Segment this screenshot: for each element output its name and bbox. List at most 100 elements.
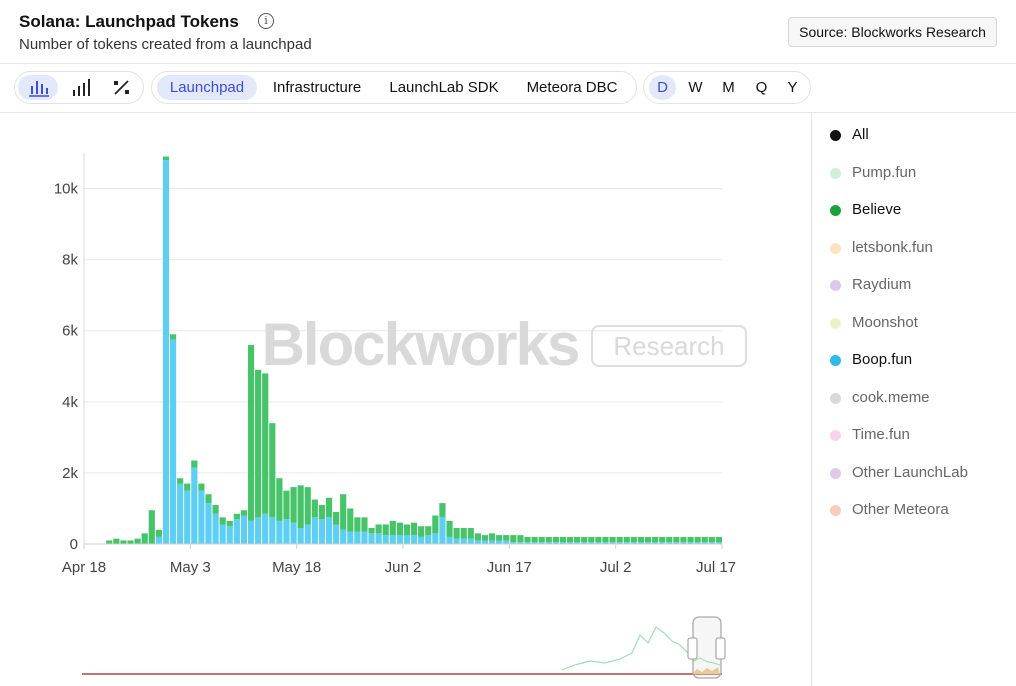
bar-believe[interactable] <box>141 533 148 544</box>
bar-boop-fun[interactable] <box>460 538 467 544</box>
bar-believe[interactable] <box>510 535 517 543</box>
bar-boop-fun[interactable] <box>325 517 333 544</box>
bar-believe[interactable] <box>467 528 474 539</box>
bar-believe[interactable] <box>311 499 318 518</box>
bar-believe[interactable] <box>574 536 581 543</box>
bar-boop-fun[interactable] <box>219 524 226 544</box>
bar-believe[interactable] <box>389 520 396 536</box>
bar-boop-fun[interactable] <box>155 536 162 544</box>
bar-believe[interactable] <box>198 483 205 491</box>
tab-launchlab-sdk[interactable]: LaunchLab SDK <box>380 75 508 100</box>
bar-boop-fun[interactable] <box>354 531 361 544</box>
bar-boop-fun[interactable] <box>453 538 460 544</box>
bar-boop-fun[interactable] <box>191 467 198 544</box>
bar-believe[interactable] <box>375 524 382 534</box>
bar-believe[interactable] <box>666 536 673 543</box>
bar-believe[interactable] <box>403 524 411 536</box>
bar-boop-fun[interactable] <box>474 540 481 544</box>
bar-boop-fun[interactable] <box>240 515 248 544</box>
bar-chart-icon[interactable] <box>18 75 58 100</box>
bar-believe[interactable] <box>659 536 666 543</box>
bar-believe[interactable] <box>474 533 481 541</box>
bar-believe[interactable] <box>120 540 127 544</box>
interval-quarter[interactable]: Q <box>748 75 775 100</box>
bar-believe[interactable] <box>517 535 524 543</box>
bar-boop-fun[interactable] <box>290 522 297 544</box>
bar-boop-fun[interactable] <box>247 520 255 544</box>
bar-believe[interactable] <box>425 526 432 536</box>
bar-believe[interactable] <box>169 334 177 340</box>
bar-boop-fun[interactable] <box>361 531 368 544</box>
bar-boop-fun[interactable] <box>503 540 510 544</box>
bar-boop-fun[interactable] <box>432 533 439 544</box>
bar-believe[interactable] <box>595 536 602 543</box>
bar-believe[interactable] <box>247 344 255 521</box>
bar-believe[interactable] <box>545 536 552 543</box>
bar-boop-fun[interactable] <box>262 513 269 544</box>
bar-believe[interactable] <box>694 536 701 543</box>
bar-believe[interactable] <box>673 536 680 543</box>
bar-believe[interactable] <box>538 536 545 543</box>
bar-believe[interactable] <box>701 536 708 543</box>
bar-believe[interactable] <box>354 517 361 532</box>
bar-believe[interactable] <box>255 369 262 518</box>
bar-boop-fun[interactable] <box>333 524 340 544</box>
bar-boop-fun[interactable] <box>418 536 425 544</box>
bar-boop-fun[interactable] <box>226 526 233 544</box>
bar-boop-fun[interactable] <box>340 529 347 544</box>
bar-believe[interactable] <box>566 536 574 543</box>
info-icon[interactable]: i <box>258 13 274 29</box>
bar-boop-fun[interactable] <box>297 528 304 544</box>
bar-believe[interactable] <box>410 522 418 536</box>
bar-boop-fun[interactable] <box>375 533 382 544</box>
bar-believe[interactable] <box>609 536 616 543</box>
bar-boop-fun[interactable] <box>446 536 453 544</box>
interval-month[interactable]: M <box>715 75 742 100</box>
bar-boop-fun[interactable] <box>276 520 283 544</box>
bar-boop-fun[interactable] <box>198 490 205 544</box>
bar-believe[interactable] <box>219 517 226 525</box>
bar-believe[interactable] <box>162 156 170 161</box>
bar-believe[interactable] <box>318 504 326 520</box>
interval-year[interactable]: Y <box>779 75 806 100</box>
bar-believe[interactable] <box>715 536 722 543</box>
bar-believe[interactable] <box>652 536 659 543</box>
bar-believe[interactable] <box>630 536 637 543</box>
bar-believe[interactable] <box>233 513 240 520</box>
bar-boop-fun[interactable] <box>488 540 496 544</box>
bar-boop-fun[interactable] <box>304 524 311 544</box>
bar-believe[interactable] <box>290 487 297 523</box>
bar-believe[interactable] <box>460 528 467 539</box>
tab-infrastructure[interactable]: Infrastructure <box>260 75 374 100</box>
navigator-left-handle[interactable] <box>687 637 698 660</box>
bar-believe[interactable] <box>446 520 453 537</box>
bar-believe[interactable] <box>637 536 645 543</box>
bar-believe[interactable] <box>396 522 403 536</box>
bar-boop-fun[interactable] <box>403 535 411 544</box>
bar-believe[interactable] <box>488 533 496 541</box>
navigator-right-handle[interactable] <box>715 637 726 660</box>
bar-believe[interactable] <box>680 536 687 543</box>
bar-believe[interactable] <box>191 460 198 468</box>
bar-believe[interactable] <box>297 485 304 529</box>
bar-boop-fun[interactable] <box>169 339 177 544</box>
bar-boop-fun[interactable] <box>389 535 396 544</box>
bar-ascending-icon[interactable] <box>60 75 100 100</box>
bar-boop-fun[interactable] <box>162 160 170 544</box>
tab-launchpad[interactable]: Launchpad <box>157 75 257 100</box>
bar-believe[interactable] <box>602 536 609 543</box>
bar-believe[interactable] <box>283 490 290 520</box>
bar-believe[interactable] <box>276 478 283 521</box>
bar-believe[interactable] <box>127 540 134 544</box>
bar-believe[interactable] <box>347 508 354 532</box>
bar-believe[interactable] <box>644 536 652 543</box>
bar-believe[interactable] <box>559 536 567 543</box>
bar-believe[interactable] <box>439 503 446 518</box>
bar-boop-fun[interactable] <box>212 513 219 544</box>
bar-boop-fun[interactable] <box>283 519 290 544</box>
bar-believe[interactable] <box>177 478 184 484</box>
bar-boop-fun[interactable] <box>311 517 318 544</box>
tab-meteora-dbc[interactable]: Meteora DBC <box>514 75 630 100</box>
bar-boop-fun[interactable] <box>382 535 389 544</box>
bar-believe[interactable] <box>708 536 715 543</box>
